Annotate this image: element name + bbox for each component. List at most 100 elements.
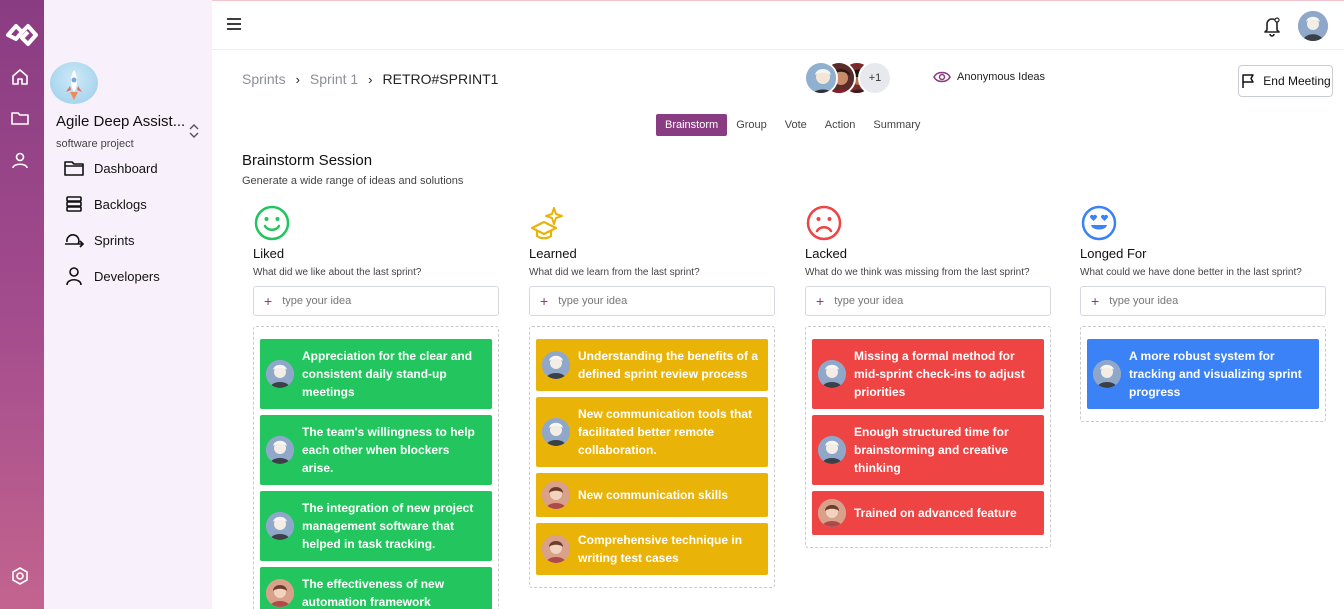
home-icon[interactable]	[10, 67, 30, 87]
idea-card[interactable]: The integration of new project managemen…	[260, 491, 492, 561]
app-logo-icon[interactable]	[5, 20, 39, 50]
session-title: Brainstorm Session	[242, 152, 373, 169]
author-avatar	[1093, 360, 1121, 388]
column-question: What could we have done better in the la…	[1080, 267, 1302, 278]
project-sidebar: Agile Deep Assist... software project Da…	[44, 0, 212, 609]
user-icon	[62, 266, 86, 286]
tab-group[interactable]: Group	[727, 114, 776, 136]
idea-input[interactable]: + type your idea	[529, 286, 775, 316]
author-avatar	[542, 418, 570, 446]
column-title: Longed For	[1080, 246, 1147, 261]
project-type: software project	[56, 138, 134, 150]
app-rail	[0, 0, 44, 609]
participant-avatars[interactable]: +1	[804, 61, 904, 95]
plus-icon: +	[264, 293, 273, 309]
author-avatar	[266, 579, 294, 607]
tab-vote[interactable]: Vote	[776, 114, 816, 136]
stack-icon	[62, 194, 86, 214]
author-avatar	[818, 360, 846, 388]
bell-icon[interactable]	[1262, 15, 1282, 37]
settings-icon[interactable]	[10, 566, 30, 586]
author-avatar	[542, 481, 570, 509]
column-title: Lacked	[805, 246, 847, 261]
idea-card[interactable]: Enough structured time for brainstorming…	[812, 415, 1044, 485]
column-title: Liked	[253, 246, 285, 261]
column-lacked: Lacked What do we think was missing from…	[805, 204, 1051, 548]
idea-input-placeholder: type your idea	[1109, 295, 1179, 307]
top-bar	[212, 0, 1344, 50]
column-longed-for: Longed For What could we have done bette…	[1080, 204, 1326, 422]
anonymous-ideas-label: Anonymous Ideas	[957, 71, 1046, 83]
eye-icon	[933, 71, 951, 83]
idea-card[interactable]: The team's willingness to help each othe…	[260, 415, 492, 485]
column-learned: Learned What did we learn from the last …	[529, 204, 775, 588]
sprint-icon	[62, 230, 86, 250]
project-avatar	[50, 62, 98, 104]
author-avatar	[818, 436, 846, 464]
idea-dropzone[interactable]: Appreciation for the clear and consisten…	[253, 326, 499, 609]
tab-action[interactable]: Action	[816, 114, 865, 136]
end-meeting-label: End Meeting	[1263, 74, 1331, 88]
retro-stage-tabs: Brainstorm Group Vote Action Summary	[656, 114, 929, 136]
idea-input[interactable]: + type your idea	[805, 286, 1051, 316]
column-question: What did we learn from the last sprint?	[529, 267, 700, 278]
column-liked: Liked What did we like about the last sp…	[253, 204, 499, 609]
nav-item-backlogs[interactable]: Backlogs	[62, 194, 147, 214]
nav-item-label: Backlogs	[94, 196, 147, 212]
nav-item-dashboard[interactable]: Dashboard	[62, 158, 158, 178]
idea-card[interactable]: New communication skills	[536, 473, 768, 517]
nav-item-label: Dashboard	[94, 160, 158, 176]
idea-input[interactable]: + type your idea	[253, 286, 499, 316]
breadcrumb-sprints[interactable]: Sprints	[242, 71, 286, 87]
idea-dropzone[interactable]: A more robust system for tracking and vi…	[1080, 326, 1326, 422]
nav-item-sprints[interactable]: Sprints	[62, 230, 134, 250]
project-switch-chevron-icon[interactable]	[187, 122, 201, 140]
end-meeting-button[interactable]: End Meeting	[1238, 65, 1333, 97]
nav-item-label: Sprints	[94, 232, 135, 248]
column-question: What did we like about the last sprint?	[253, 267, 422, 278]
smile-icon	[253, 204, 291, 242]
idea-input[interactable]: + type your idea	[1080, 286, 1326, 316]
chevron-right-icon: ›	[368, 71, 373, 87]
author-avatar	[266, 360, 294, 388]
idea-card[interactable]: Appreciation for the clear and consisten…	[260, 339, 492, 409]
breadcrumb-sprint[interactable]: Sprint 1	[310, 71, 358, 87]
idea-card[interactable]: New communication tools that facilitated…	[536, 397, 768, 467]
user-avatar[interactable]	[1298, 11, 1328, 41]
idea-input-placeholder: type your idea	[558, 295, 628, 307]
more-participants-badge[interactable]: +1	[858, 61, 892, 95]
idea-card[interactable]: Understanding the benefits of a defined …	[536, 339, 768, 391]
tab-summary[interactable]: Summary	[864, 114, 929, 136]
author-avatar	[542, 351, 570, 379]
author-avatar	[542, 535, 570, 563]
idea-card[interactable]: Trained on advanced feature	[812, 491, 1044, 535]
idea-dropzone[interactable]: Missing a formal method for mid-sprint c…	[805, 326, 1051, 548]
idea-card[interactable]: Comprehensive technique in writing test …	[536, 523, 768, 575]
hamburger-icon[interactable]	[226, 17, 242, 31]
tab-brainstorm[interactable]: Brainstorm	[656, 114, 728, 136]
folder-icon[interactable]	[10, 108, 30, 128]
idea-card[interactable]: A more robust system for tracking and vi…	[1087, 339, 1319, 409]
chevron-right-icon: ›	[295, 71, 300, 87]
flag-icon	[1242, 74, 1255, 88]
anonymous-ideas-toggle[interactable]: Anonymous Ideas	[933, 70, 1045, 84]
folder-icon	[62, 158, 86, 178]
idea-input-placeholder: type your idea	[282, 295, 352, 307]
plus-icon: +	[540, 293, 549, 309]
frown-icon	[805, 204, 843, 242]
idea-card[interactable]: The effectiveness of new automation fram…	[260, 567, 492, 609]
user-icon[interactable]	[10, 150, 30, 170]
heart-eyes-icon	[1080, 204, 1118, 242]
idea-input-placeholder: type your idea	[834, 295, 904, 307]
session-subtitle: Generate a wide range of ideas and solut…	[242, 175, 464, 187]
project-name[interactable]: Agile Deep Assist...	[56, 113, 184, 130]
plus-icon: +	[1091, 293, 1100, 309]
nav-item-label: Developers	[94, 268, 160, 284]
sparkle-cap-icon	[529, 204, 567, 242]
author-avatar	[266, 436, 294, 464]
nav-item-developers[interactable]: Developers	[62, 266, 160, 286]
participant-avatar	[804, 61, 838, 95]
idea-dropzone[interactable]: Understanding the benefits of a defined …	[529, 326, 775, 588]
plus-icon: +	[816, 293, 825, 309]
idea-card[interactable]: Missing a formal method for mid-sprint c…	[812, 339, 1044, 409]
